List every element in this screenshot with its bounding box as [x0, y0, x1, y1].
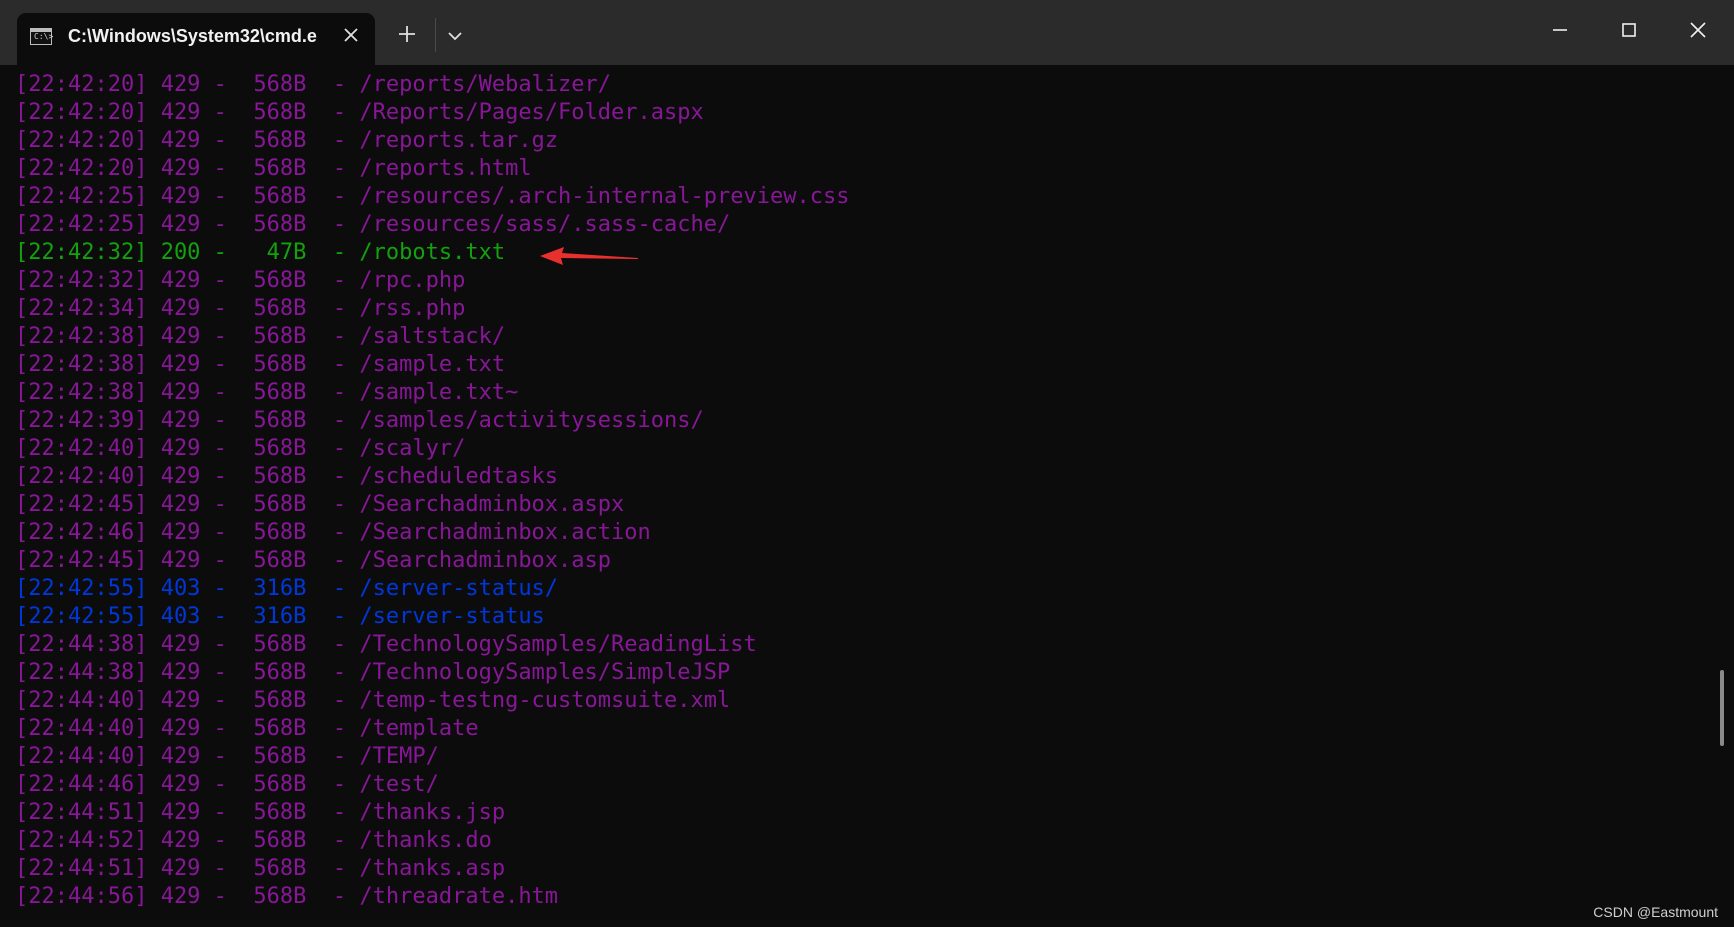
- terminal-line: [22:42:45] 429 - 568B - /Searchadminbox.…: [15, 492, 625, 517]
- terminal-line: [22:44:40] 429 - 568B - /temp-testng-cus…: [15, 688, 731, 713]
- terminal-line: [22:44:38] 429 - 568B - /TechnologySampl…: [15, 632, 757, 657]
- tab-title: C:\Windows\System32\cmd.e: [68, 26, 317, 46]
- terminal-line: [22:44:51] 429 - 568B - /thanks.asp: [15, 856, 506, 881]
- terminal-line: [22:42:38] 429 - 568B - /saltstack/: [15, 324, 506, 349]
- terminal-line: [22:42:20] 429 - 568B - /Reports/Pages/F…: [15, 100, 704, 125]
- terminal-line: [22:42:38] 429 - 568B - /sample.txt~: [15, 380, 519, 405]
- terminal-output[interactable]: [22:42:20] 429 - 568B - /reports/Webaliz…: [15, 71, 1715, 921]
- titlebar-divider: [435, 18, 436, 52]
- close-icon[interactable]: [339, 23, 363, 47]
- terminal-line: [22:42:34] 429 - 568B - /rss.php: [15, 296, 466, 321]
- terminal-line: [22:42:40] 429 - 568B - /scheduledtasks: [15, 464, 559, 489]
- terminal-line: [22:44:51] 429 - 568B - /thanks.jsp: [15, 800, 506, 825]
- terminal-line: [22:42:32] 200 - 47B - /robots.txt: [15, 240, 506, 265]
- terminal-line: [22:42:20] 429 - 568B - /reports/Webaliz…: [15, 72, 612, 97]
- watermark: CSDN @Eastmount: [1593, 904, 1718, 920]
- terminal-line: [22:42:25] 429 - 568B - /resources/sass/…: [15, 212, 731, 237]
- plus-icon[interactable]: [395, 22, 419, 46]
- terminal-line: [22:42:20] 429 - 568B - /reports.html: [15, 156, 532, 181]
- terminal-line: [22:42:39] 429 - 568B - /samples/activit…: [15, 408, 704, 433]
- terminal-line: [22:44:40] 429 - 568B - /template: [15, 716, 479, 741]
- terminal-line: [22:44:46] 429 - 568B - /test/: [15, 772, 439, 797]
- terminal-window: C:\> C:\Windows\System32\cmd.e [22:42:20…: [0, 0, 1734, 927]
- scrollbar-thumb[interactable]: [1720, 670, 1724, 746]
- terminal-line: [22:42:40] 429 - 568B - /scalyr/: [15, 436, 466, 461]
- terminal-line: [22:42:55] 403 - 316B - /server-status/: [15, 576, 559, 601]
- terminal-line: [22:42:25] 429 - 568B - /resources/.arch…: [15, 184, 850, 209]
- console-icon: C:\>: [30, 28, 54, 45]
- annotation-arrow-icon: [540, 247, 638, 265]
- terminal-line: [22:42:38] 429 - 568B - /sample.txt: [15, 352, 506, 377]
- terminal-line: [22:44:56] 429 - 568B - /threadrate.htm: [15, 884, 559, 909]
- terminal-line: [22:42:55] 403 - 316B - /server-status: [15, 604, 545, 629]
- terminal-line: [22:42:20] 429 - 568B - /reports.tar.gz: [15, 128, 559, 153]
- minimize-icon[interactable]: [1544, 14, 1576, 46]
- console-icon-glyph: C:\>: [34, 32, 54, 41]
- terminal-line: [22:44:38] 429 - 568B - /TechnologySampl…: [15, 660, 731, 685]
- terminal-line: [22:44:52] 429 - 568B - /thanks.do: [15, 828, 492, 853]
- terminal-line: [22:42:32] 429 - 568B - /rpc.php: [15, 268, 466, 293]
- title-bar: C:\> C:\Windows\System32\cmd.e: [0, 0, 1734, 65]
- close-icon[interactable]: [1682, 14, 1714, 46]
- terminal-line: [22:42:46] 429 - 568B - /Searchadminbox.…: [15, 520, 651, 545]
- tab-cmd[interactable]: C:\> C:\Windows\System32\cmd.e: [17, 13, 375, 65]
- maximize-icon[interactable]: [1613, 14, 1645, 46]
- terminal-line: [22:42:45] 429 - 568B - /Searchadminbox.…: [15, 548, 612, 573]
- chevron-down-icon[interactable]: [443, 24, 467, 48]
- terminal-line: [22:44:40] 429 - 568B - /TEMP/: [15, 744, 439, 769]
